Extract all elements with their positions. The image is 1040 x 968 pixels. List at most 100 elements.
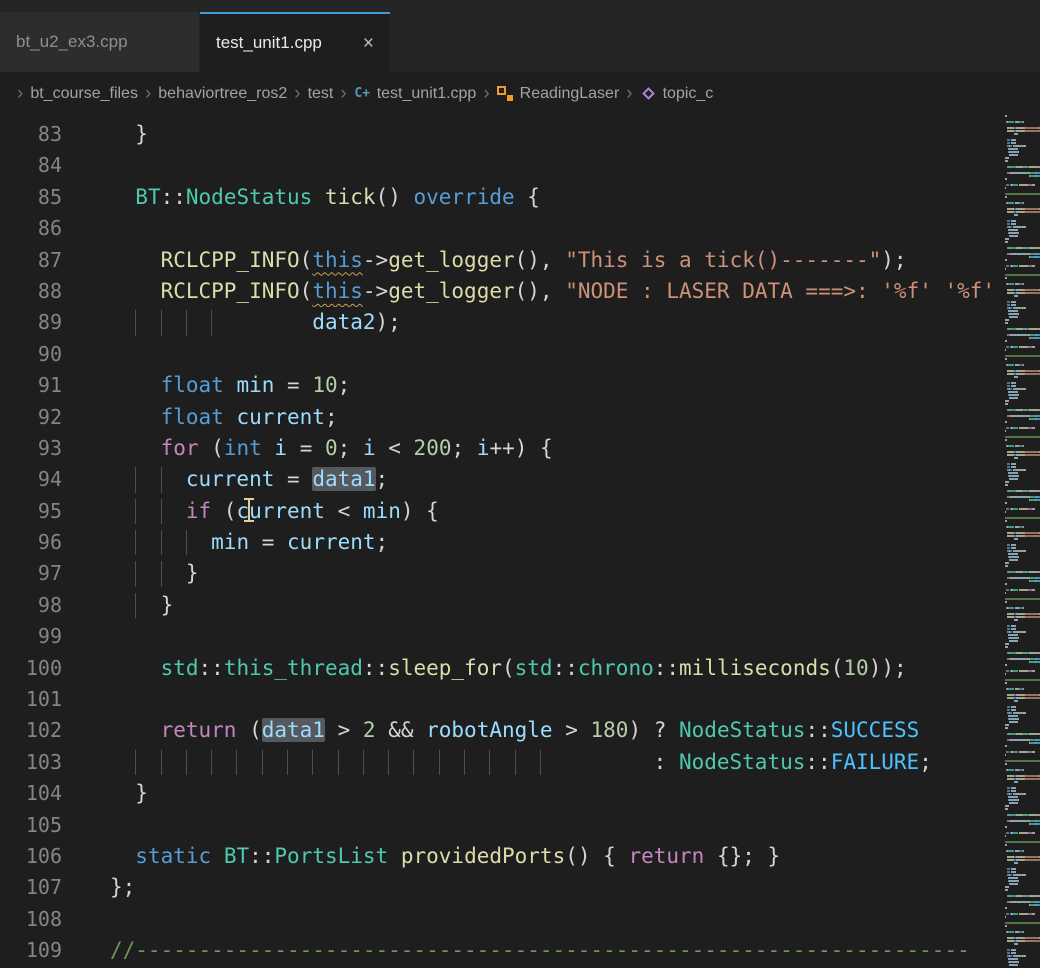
code-line-85[interactable]: 85 BT::NodeStatus tick() override { xyxy=(0,182,1003,213)
minimap-segment xyxy=(1018,394,1020,396)
code-line-90[interactable]: 90 xyxy=(0,339,1003,370)
code-line-107[interactable]: 107}; xyxy=(0,872,1003,903)
breadcrumb-item-readinglaser[interactable]: ReadingLaser xyxy=(497,85,620,103)
minimap-segment xyxy=(1006,184,1009,186)
code-line-102[interactable]: 102 return (data1 > 2 && robotAngle > 18… xyxy=(0,715,1003,746)
code-token: ; xyxy=(919,750,932,774)
code-line-98[interactable]: 98 } xyxy=(0,590,1003,621)
breadcrumb-item-bt-course-files[interactable]: bt_course_files xyxy=(30,85,138,103)
line-number[interactable]: 105 xyxy=(0,810,62,841)
code-line-101[interactable]: 101 xyxy=(0,684,1003,715)
line-number[interactable]: 109 xyxy=(0,935,62,966)
minimap-segment xyxy=(1032,751,1035,753)
line-number[interactable]: 91 xyxy=(0,370,62,401)
line-number[interactable]: 98 xyxy=(0,590,62,621)
indent-guide xyxy=(540,750,541,775)
code-line-108[interactable]: 108 xyxy=(0,904,1003,935)
breadcrumb-item-test-unit1-cpp[interactable]: C+test_unit1.cpp xyxy=(354,85,477,103)
line-number[interactable]: 90 xyxy=(0,339,62,370)
line-number[interactable]: 86 xyxy=(0,213,62,244)
minimap-segment xyxy=(1023,688,1024,690)
minimap-segment xyxy=(1005,214,1014,216)
minimap-row xyxy=(1005,181,1040,183)
line-number[interactable]: 100 xyxy=(0,653,62,684)
breadcrumb-item-topic-c[interactable]: topic_c xyxy=(640,85,714,103)
mouse-cursor-ibeam xyxy=(248,499,250,521)
line-number[interactable]: 95 xyxy=(0,496,62,527)
code-token: PortsList xyxy=(274,844,388,868)
code-token: ++) { xyxy=(489,436,552,460)
code-line-88[interactable]: 88 RCLCPP_INFO(this->get_logger(), "NODE… xyxy=(0,276,1003,307)
code-line-87[interactable]: 87 RCLCPP_INFO(this->get_logger(), "This… xyxy=(0,245,1003,276)
minimap-row xyxy=(1005,937,1040,939)
code-line-109[interactable]: 109//-----------------------------------… xyxy=(0,935,1003,966)
line-number[interactable]: 85 xyxy=(0,182,62,213)
minimap-segment xyxy=(1025,616,1040,618)
code-line-93[interactable]: 93 for (int i = 0; i < 200; i++) { xyxy=(0,433,1003,464)
minimap-segment xyxy=(1017,883,1018,885)
minimap-row xyxy=(1005,748,1040,750)
minimap-segment xyxy=(1018,799,1020,801)
line-number[interactable]: 106 xyxy=(0,841,62,872)
minimap-segment xyxy=(1017,559,1018,561)
breadcrumb-item-behaviortree-ros2[interactable]: behaviortree_ros2 xyxy=(158,85,287,103)
code-token: {}; } xyxy=(704,844,780,868)
code-line-103[interactable]: 103 : NodeStatus::FAILURE; xyxy=(0,747,1003,778)
line-number[interactable]: 89 xyxy=(0,307,62,338)
minimap-segment xyxy=(1019,346,1026,348)
code-line-94[interactable]: 94 current = data1; xyxy=(0,464,1003,495)
code-line-97[interactable]: 97 } xyxy=(0,558,1003,589)
line-number[interactable]: 99 xyxy=(0,621,62,652)
breadcrumb-item-test[interactable]: test xyxy=(308,85,334,103)
line-number[interactable]: 92 xyxy=(0,402,62,433)
minimap-segment xyxy=(1017,478,1018,480)
line-number[interactable]: 83 xyxy=(0,119,62,150)
line-number[interactable]: 101 xyxy=(0,684,62,715)
line-number[interactable]: 104 xyxy=(0,778,62,809)
minimap-row xyxy=(1005,346,1040,348)
minimap-row xyxy=(1005,940,1040,942)
code-line-86[interactable]: 86 xyxy=(0,213,1003,244)
class-icon-shape xyxy=(497,86,506,95)
line-number[interactable]: 102 xyxy=(0,715,62,746)
indent-guide xyxy=(135,310,136,335)
code-line-92[interactable]: 92 float current; xyxy=(0,402,1003,433)
line-number[interactable]: 107 xyxy=(0,872,62,903)
minimap-row xyxy=(1005,391,1040,393)
code-line-104[interactable]: 104 } xyxy=(0,778,1003,809)
code-line-95[interactable]: 95 if (current < min) { xyxy=(0,496,1003,527)
code-line-83[interactable]: 83 } xyxy=(0,119,1003,150)
code-line-84[interactable]: 84 xyxy=(0,150,1003,181)
close-icon[interactable]: × xyxy=(363,34,374,53)
code-line-96[interactable]: 96 min = current; xyxy=(0,527,1003,558)
minimap-row xyxy=(1005,481,1040,483)
code-line-89[interactable]: 89 data2); xyxy=(0,307,1003,338)
code-editor[interactable]: 83 }8485 BT::NodeStatus tick() override … xyxy=(0,115,1003,968)
line-number[interactable]: 87 xyxy=(0,245,62,276)
minimap-segment xyxy=(1005,727,1008,729)
minimap-segment xyxy=(1024,955,1027,957)
line-number[interactable]: 108 xyxy=(0,904,62,935)
minimap-row xyxy=(1005,163,1040,165)
tab-test_unit1[interactable]: test_unit1.cpp × xyxy=(200,12,390,72)
code-token: min xyxy=(211,530,249,554)
line-number[interactable]: 97 xyxy=(0,558,62,589)
line-number[interactable]: 96 xyxy=(0,527,62,558)
code-line-99[interactable]: 99 xyxy=(0,621,1003,652)
code-line-106[interactable]: 106 static BT::PortsList providedPorts()… xyxy=(0,841,1003,872)
code-line-105[interactable]: 105 xyxy=(0,810,1003,841)
code-line-91[interactable]: 91 float min = 10; xyxy=(0,370,1003,401)
line-number[interactable]: 84 xyxy=(0,150,62,181)
minimap-segment xyxy=(1017,316,1018,318)
minimap[interactable] xyxy=(1003,115,1040,968)
tab-bt_u2_ex3[interactable]: bt_u2_ex3.cpp xyxy=(0,12,200,72)
line-number[interactable]: 93 xyxy=(0,433,62,464)
line-number[interactable]: 94 xyxy=(0,464,62,495)
minimap-segment xyxy=(1006,589,1009,591)
minimap-segment xyxy=(1015,787,1016,789)
indent-guide xyxy=(161,310,162,335)
line-number[interactable]: 103 xyxy=(0,747,62,778)
code-line-100[interactable]: 100 std::this_thread::sleep_for(std::chr… xyxy=(0,653,1003,684)
minimap-row xyxy=(1005,757,1040,759)
line-number[interactable]: 88 xyxy=(0,276,62,307)
